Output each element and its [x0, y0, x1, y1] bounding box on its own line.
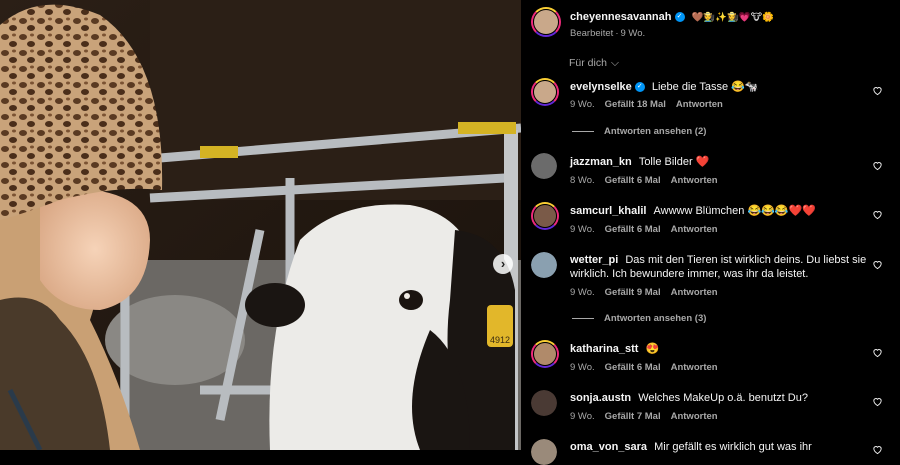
- comment-username[interactable]: jazzman_kn: [570, 156, 632, 168]
- comment-age: 9 Wo.: [570, 99, 595, 110]
- reply-button[interactable]: Antworten: [676, 99, 723, 110]
- reply-button[interactable]: Antworten: [671, 287, 718, 298]
- comment-meta: 9 Wo. Gefällt 6 Mal Antworten: [570, 224, 728, 235]
- comment-age: 9 Wo.: [570, 411, 595, 422]
- reply-button[interactable]: Antworten: [671, 362, 718, 373]
- like-heart-icon[interactable]: [872, 85, 883, 96]
- comment-meta: 9 Wo. Gefällt 9 Mal Antworten: [570, 287, 728, 298]
- comment-text: Awwww Blümchen 😂😂😂❤️❤️: [653, 205, 816, 217]
- comment-meta: 8 Wo. Gefällt 6 Mal Antworten: [570, 175, 728, 186]
- comment-avatar[interactable]: [531, 439, 557, 465]
- comment-meta: 9 Wo. Gefällt 6 Mal Antworten: [570, 362, 728, 373]
- comment-item: katharina_stt 😍: [570, 342, 659, 356]
- comment-avatar[interactable]: [531, 252, 557, 278]
- like-heart-icon[interactable]: [872, 396, 883, 407]
- like-heart-icon[interactable]: [872, 209, 883, 220]
- comment-avatar[interactable]: [531, 78, 559, 106]
- comment-text: Mir gefällt es wirklich gut was ihr: [654, 441, 812, 453]
- verified-icon: ✓: [674, 12, 685, 23]
- chevron-down-icon: ⌵: [610, 57, 619, 69]
- comment-text: Liebe die Tasse 😂🐄: [651, 81, 759, 93]
- comment-likes[interactable]: Gefällt 6 Mal: [605, 175, 661, 186]
- post-image: 4912 ›: [0, 0, 521, 450]
- comment-likes[interactable]: Gefällt 7 Mal: [605, 411, 661, 422]
- author-username[interactable]: cheyennesavannah: [570, 11, 672, 23]
- comment-item: evelynselke ✓ Liebe die Tasse 😂🐄: [570, 80, 759, 94]
- comment-item: jazzman_kn Tolle Bilder ❤️: [570, 155, 709, 169]
- comment-item: wetter_pi Das mit den Tieren ist wirklic…: [570, 253, 870, 281]
- like-heart-icon[interactable]: [872, 347, 883, 358]
- comment-age: 9 Wo.: [570, 287, 595, 298]
- comment-avatar[interactable]: [531, 390, 557, 416]
- comments-panel: cheyennesavannah ✓ 🤎🧑‍🌾✨👩‍🌾💗🐮🌼 Bearbeitet…: [521, 0, 900, 465]
- verified-icon: ✓: [634, 82, 645, 93]
- comment-likes[interactable]: Gefällt 18 Mal: [605, 99, 666, 110]
- comment-text: Tolle Bilder ❤️: [638, 156, 710, 168]
- comment-username[interactable]: wetter_pi: [570, 254, 618, 266]
- comment-avatar[interactable]: [531, 202, 559, 230]
- reply-button[interactable]: Antworten: [671, 411, 718, 422]
- comment-item: samcurl_khalil Awwww Blümchen 😂😂😂❤️❤️: [570, 204, 816, 218]
- comment-age: 9 Wo.: [570, 224, 595, 235]
- post-caption: cheyennesavannah ✓ 🤎🧑‍🌾✨👩‍🌾💗🐮🌼: [570, 10, 774, 25]
- comment-likes[interactable]: Gefällt 6 Mal: [605, 362, 661, 373]
- comment-avatar[interactable]: [531, 153, 557, 179]
- sort-label: Für dich: [569, 57, 607, 69]
- comment-meta: 9 Wo. Gefällt 18 Mal Antworten: [570, 99, 733, 110]
- caption-text: 🤎🧑‍🌾✨👩‍🌾💗🐮🌼: [691, 12, 774, 23]
- sort-dropdown[interactable]: Für dich ⌵: [569, 57, 629, 70]
- reply-button[interactable]: Antworten: [671, 224, 718, 235]
- comment-username[interactable]: sonja.austn: [570, 392, 631, 404]
- comment-avatar[interactable]: [531, 340, 559, 368]
- comment-meta: 9 Wo. Gefällt 7 Mal Antworten: [570, 411, 728, 422]
- like-heart-icon[interactable]: [872, 259, 883, 270]
- edited-label: Bearbeitet: [570, 28, 614, 39]
- comment-text: 😍: [645, 343, 660, 355]
- comment-likes[interactable]: Gefällt 9 Mal: [605, 287, 661, 298]
- comment-text: Welches MakeUp o.ä. benutzt Du?: [638, 392, 808, 404]
- post-photo: 4912: [0, 0, 521, 450]
- comment-username[interactable]: evelynselke: [570, 81, 632, 93]
- next-image-button[interactable]: ›: [493, 254, 513, 274]
- ear-tag-number: 4912: [490, 335, 510, 345]
- reply-button[interactable]: Antworten: [671, 175, 718, 186]
- comment-username[interactable]: oma_von_sara: [570, 441, 647, 453]
- post-meta: Bearbeitet · 9 Wo.: [570, 28, 646, 39]
- view-replies-button[interactable]: Antworten ansehen (3): [572, 313, 706, 324]
- like-heart-icon[interactable]: [872, 160, 883, 171]
- view-replies-button[interactable]: Antworten ansehen (2): [572, 126, 706, 137]
- comment-likes[interactable]: Gefällt 6 Mal: [605, 224, 661, 235]
- comment-username[interactable]: katharina_stt: [570, 343, 638, 355]
- comment-item: sonja.austn Welches MakeUp o.ä. benutzt …: [570, 391, 808, 405]
- post-age: 9 Wo.: [620, 28, 646, 39]
- comment-item: oma_von_sara Mir gefällt es wirklich gut…: [570, 440, 812, 454]
- author-avatar[interactable]: [531, 7, 561, 37]
- comment-username[interactable]: samcurl_khalil: [570, 205, 646, 217]
- comment-age: 9 Wo.: [570, 362, 595, 373]
- comment-age: 8 Wo.: [570, 175, 595, 186]
